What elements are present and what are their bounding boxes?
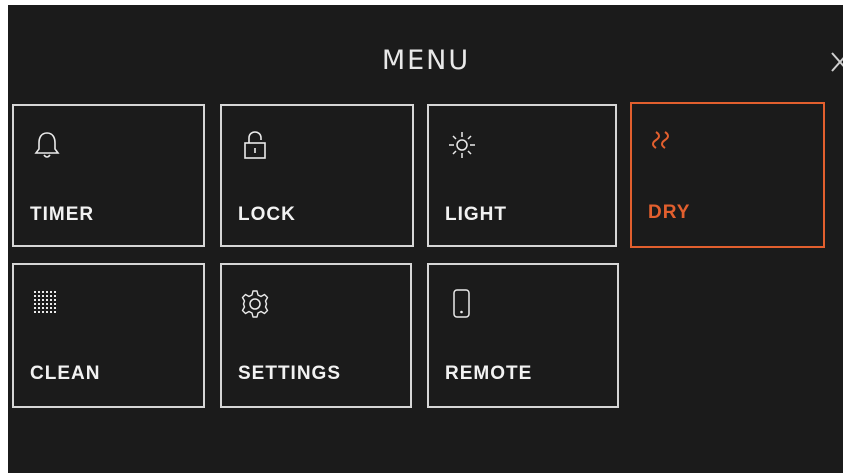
menu-tile-remote[interactable]: REMOTE [427,263,619,408]
menu-tile-label: SETTINGS [238,363,342,384]
menu-tile-dry[interactable]: DRY [630,102,825,248]
lock-icon [244,131,266,159]
menu-tile-lock[interactable]: LOCK [220,104,414,247]
menu-screen: MENU TIMER LOCK LIGHT DRY CLEAN SETTINGS… [8,5,843,473]
heat-waves-icon [652,131,669,149]
sun-icon [449,132,475,158]
menu-tile-label: TIMER [30,204,95,225]
menu-tile-label: REMOTE [445,363,533,384]
close-icon[interactable] [830,49,843,77]
menu-tile-clean[interactable]: CLEAN [12,263,205,408]
gear-icon [241,290,269,318]
menu-title: MENU [381,45,471,76]
menu-tile-label: DRY [648,202,691,223]
menu-tile-label: LIGHT [445,204,507,225]
menu-tile-label: LOCK [238,204,296,225]
menu-tile-light[interactable]: LIGHT [427,104,617,247]
dot-grid-icon [34,291,56,313]
bell-icon [34,132,60,158]
menu-tile-label: CLEAN [30,363,101,384]
phone-icon [453,289,470,318]
menu-tile-settings[interactable]: SETTINGS [220,263,412,408]
menu-tile-timer[interactable]: TIMER [12,104,205,247]
